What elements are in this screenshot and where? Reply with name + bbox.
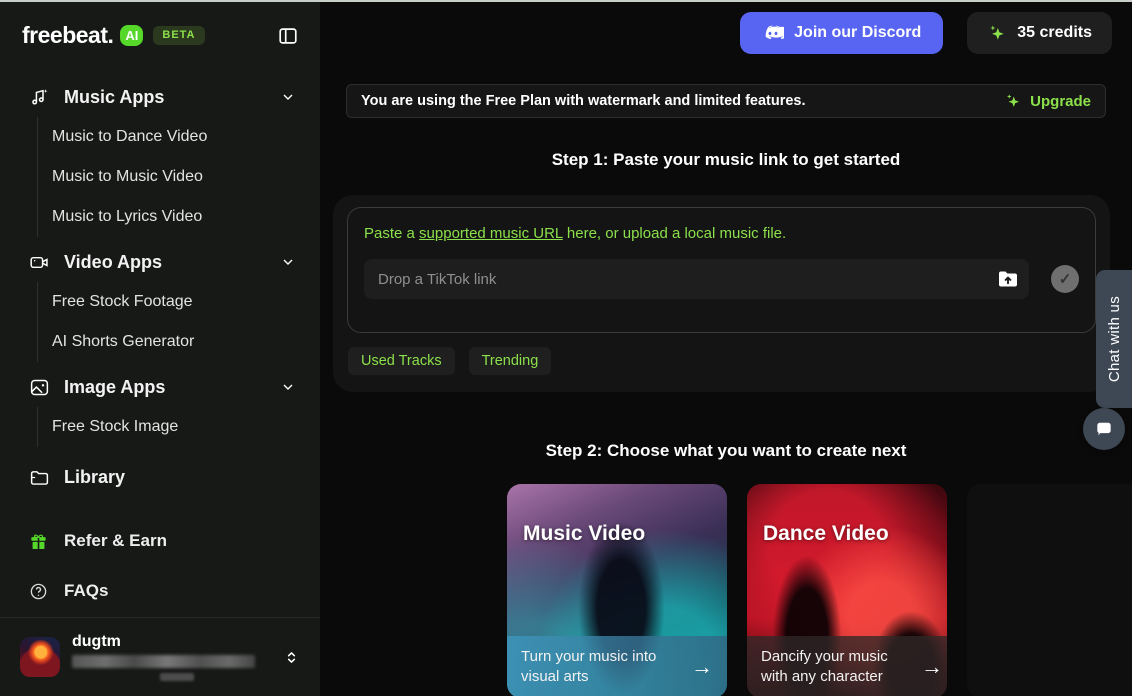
redacted-email (72, 655, 255, 668)
card-footer: Dancify your music with any character → (747, 636, 947, 696)
upgrade-label: Upgrade (1030, 93, 1091, 110)
sidebar-section-image-apps[interactable]: Image Apps (0, 367, 320, 407)
paste-hint: Paste a supported music URL here, or upl… (364, 225, 1079, 242)
avatar (20, 637, 60, 677)
user-menu[interactable]: dugtm (0, 617, 320, 696)
hint-prefix: Paste a (364, 225, 419, 242)
sidebar-item-music-to-dance-video[interactable]: Music to Dance Video (38, 117, 320, 157)
submit-link-button[interactable]: ✓ (1051, 265, 1079, 293)
sidebar-item-free-stock-image[interactable]: Free Stock Image (38, 407, 320, 447)
check-icon: ✓ (1059, 270, 1072, 288)
discord-icon (762, 22, 784, 44)
chevron-down-icon (280, 254, 296, 270)
chevrons-up-down-icon (283, 649, 300, 666)
video-apps-sublist: Free Stock Footage AI Shorts Generator (37, 282, 320, 362)
arrow-right-icon: → (921, 654, 943, 680)
upload-file-button[interactable] (995, 266, 1021, 292)
chevron-down-icon (280, 89, 296, 105)
supported-music-url-link[interactable]: supported music URL (419, 225, 563, 242)
credits-button[interactable]: 35 credits (967, 12, 1112, 54)
user-name: dugtm (72, 633, 283, 651)
image-apps-sublist: Free Stock Image (37, 407, 320, 447)
url-input-wrap (364, 259, 1029, 299)
discord-button-label: Join our Discord (794, 24, 921, 42)
top-edge-line (0, 0, 1132, 2)
chat-with-us-tab[interactable]: Chat with us (1096, 270, 1132, 408)
sidebar: freebeat. AI BETA Music Apps (0, 2, 320, 696)
sidebar-item-label: FAQs (64, 581, 108, 601)
folder-upload-icon (996, 267, 1020, 291)
sidebar-header: freebeat. AI BETA (0, 2, 320, 49)
folder-icon (28, 466, 50, 488)
user-info: dugtm (72, 633, 283, 681)
dance-video-card[interactable]: Dance Video Dancify your music with any … (747, 484, 947, 696)
create-cards-row: Music Video Turn your music into visual … (320, 484, 1132, 696)
card-title: Dance Video (763, 522, 889, 546)
music-video-card[interactable]: Music Video Turn your music into visual … (507, 484, 727, 696)
sidebar-section-video-apps[interactable]: Video Apps (0, 242, 320, 282)
step1-heading: Step 1: Paste your music link to get sta… (320, 150, 1132, 170)
upgrade-link[interactable]: Upgrade (1004, 92, 1091, 110)
panel-left-icon (277, 25, 299, 47)
card-description: Dancify your music with any character (761, 647, 911, 688)
sidebar-item-free-stock-footage[interactable]: Free Stock Footage (38, 282, 320, 322)
banner-text: You are using the Free Plan with waterma… (361, 93, 806, 109)
card-footer: Turn your music into visual arts → (507, 636, 727, 696)
sparkle-icon (987, 23, 1007, 43)
music-link-card: Paste a supported music URL here, or upl… (347, 207, 1096, 333)
app-window: freebeat. AI BETA Music Apps (0, 0, 1132, 696)
video-camera-icon (28, 251, 50, 273)
sidebar-item-label: Library (64, 467, 125, 488)
step1-panel: Paste a supported music URL here, or upl… (333, 195, 1110, 392)
image-icon (28, 376, 50, 398)
arrow-right-icon: → (691, 654, 713, 680)
sidebar-collapse-button[interactable] (276, 24, 300, 48)
question-circle-icon (28, 581, 48, 601)
music-link-input-row: ✓ (364, 259, 1079, 299)
music-link-input[interactable] (364, 259, 1029, 299)
sidebar-item-label: Refer & Earn (64, 531, 167, 551)
section-label: Music Apps (64, 87, 164, 108)
music-apps-sublist: Music to Dance Video Music to Music Vide… (37, 117, 320, 237)
top-bar: Join our Discord 35 credits (740, 12, 1112, 54)
track-chip-row: Used Tracks Trending (348, 347, 551, 375)
join-discord-button[interactable]: Join our Discord (740, 12, 943, 54)
chat-bubble-icon (1094, 419, 1114, 439)
card-description: Turn your music into visual arts (521, 647, 671, 688)
card-title: Music Video (523, 522, 645, 546)
chevron-down-icon (280, 379, 296, 395)
beta-badge: BETA (153, 26, 204, 45)
sidebar-item-music-to-music-video[interactable]: Music to Music Video (38, 157, 320, 197)
sidebar-secondary-group: Refer & Earn FAQs (0, 521, 320, 611)
chat-tab-label: Chat with us (1106, 296, 1123, 382)
sidebar-nav: Music Apps Music to Dance Video Music to… (0, 77, 320, 611)
section-label: Image Apps (64, 377, 165, 398)
free-plan-banner: You are using the Free Plan with waterma… (346, 84, 1106, 118)
brand-logo: freebeat. (22, 22, 113, 49)
main-content: Join our Discord 35 credits You are usin… (320, 2, 1132, 696)
redacted-text (160, 673, 194, 681)
trending-button[interactable]: Trending (469, 347, 552, 375)
used-tracks-button[interactable]: Used Tracks (348, 347, 455, 375)
section-label: Video Apps (64, 252, 162, 273)
credits-label: 35 credits (1017, 24, 1092, 42)
music-note-icon (28, 86, 50, 108)
hint-suffix: here, or upload a local music file. (563, 225, 786, 242)
ai-badge: AI (120, 25, 143, 46)
chat-bubble-button[interactable] (1083, 408, 1125, 450)
partially-visible-card[interactable] (967, 484, 1132, 696)
sidebar-item-refer-earn[interactable]: Refer & Earn (0, 521, 320, 561)
sidebar-section-music-apps[interactable]: Music Apps (0, 77, 320, 117)
sidebar-item-library[interactable]: Library (0, 457, 320, 497)
sidebar-item-ai-shorts-generator[interactable]: AI Shorts Generator (38, 322, 320, 362)
gift-icon (28, 531, 48, 551)
step2-heading: Step 2: Choose what you want to create n… (320, 441, 1132, 461)
sparkle-icon (1004, 92, 1022, 110)
sidebar-item-music-to-lyrics-video[interactable]: Music to Lyrics Video (38, 197, 320, 237)
sidebar-item-faqs[interactable]: FAQs (0, 571, 320, 611)
